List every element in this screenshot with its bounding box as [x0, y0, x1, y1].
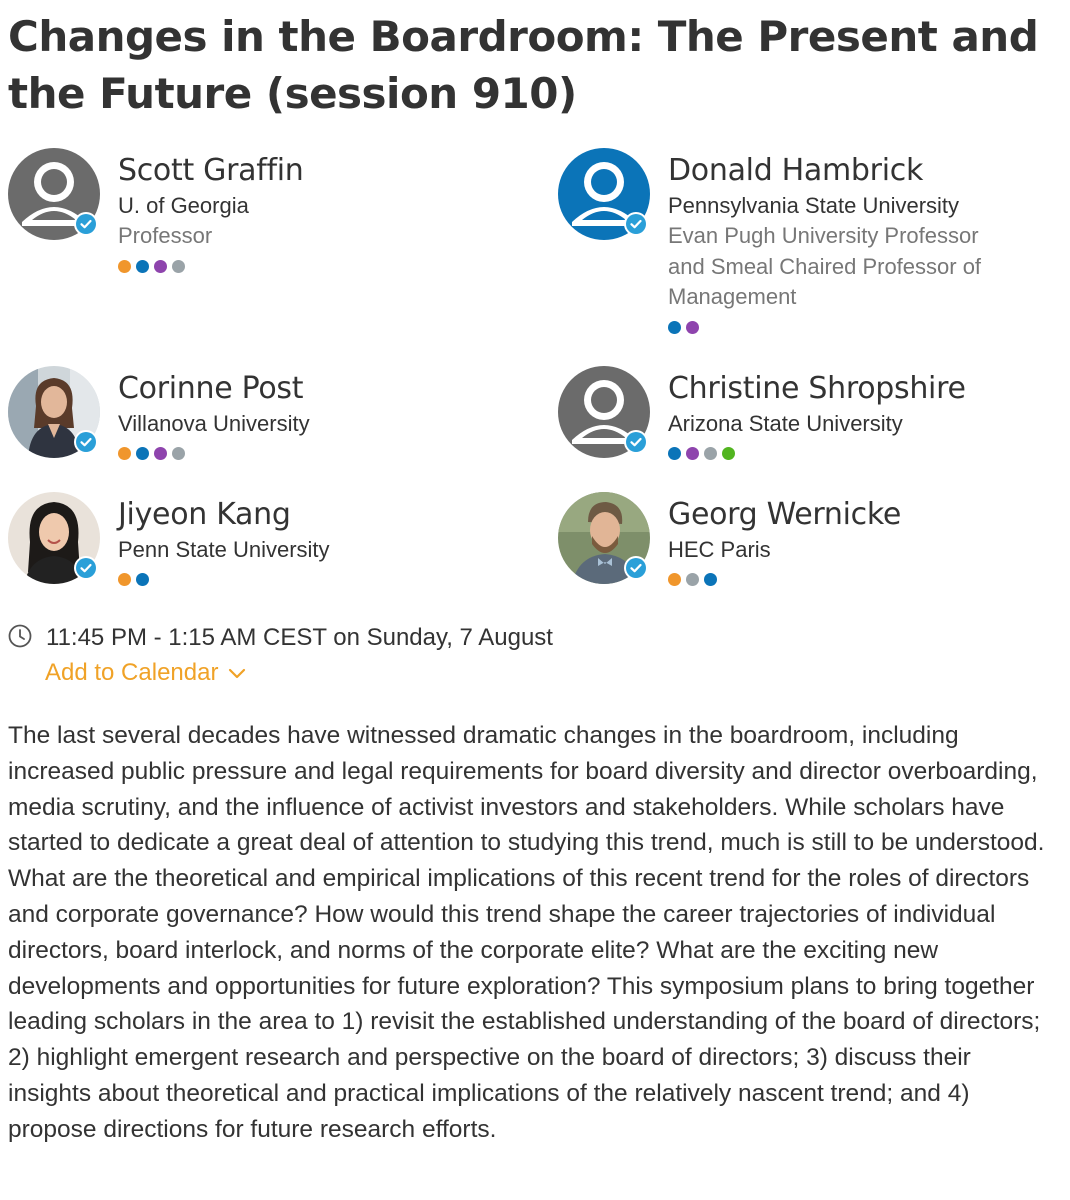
topic-dot [154, 447, 167, 460]
verified-badge-icon [74, 556, 98, 580]
topic-dots [668, 320, 1068, 334]
topic-dot [136, 259, 149, 273]
speaker-affiliation: Pennsylvania State University [668, 193, 960, 218]
verified-badge-icon [624, 556, 648, 580]
topic-dot [172, 259, 185, 273]
session-time: 11:45 PM - 1:15 AM CEST on Sunday, 7 Aug… [8, 622, 553, 654]
topic-dot [154, 259, 167, 273]
speaker-name[interactable]: Jiyeon Kang [118, 495, 518, 535]
topic-dot [668, 320, 681, 334]
speaker-affiliation: U. of Georgia [118, 193, 249, 218]
speaker-role: Professor [118, 223, 213, 248]
verified-badge-icon [74, 212, 98, 236]
verified-badge-icon [74, 430, 98, 454]
topic-dot [136, 573, 149, 586]
topic-dots [118, 259, 518, 273]
speaker-name[interactable]: Scott Graffin [118, 151, 518, 191]
topic-dot [118, 573, 131, 586]
speaker-affiliation: Villanova University [118, 411, 310, 436]
topic-dots [668, 573, 1068, 586]
speaker-name[interactable]: Corinne Post [118, 369, 518, 409]
speaker-affiliation: Arizona State University [668, 411, 903, 436]
verified-badge-icon [624, 212, 648, 236]
add-to-calendar-button[interactable]: Add to Calendar [45, 657, 246, 689]
topic-dot [668, 573, 681, 586]
topic-dot [686, 320, 699, 334]
topic-dot [704, 447, 717, 460]
topic-dot [686, 573, 699, 586]
topic-dots [668, 447, 1068, 460]
verified-badge-icon [624, 430, 648, 454]
topic-dots [118, 573, 518, 586]
topic-dot [118, 259, 131, 273]
add-to-calendar-label[interactable]: Add to Calendar [45, 657, 218, 689]
speaker-name[interactable]: Georg Wernicke [668, 495, 1068, 535]
topic-dot [704, 573, 717, 586]
topic-dot [686, 447, 699, 460]
speaker-affiliation: HEC Paris [668, 537, 771, 562]
speaker-name[interactable]: Christine Shropshire [668, 369, 1068, 409]
speaker-name[interactable]: Donald Hambrick [668, 151, 1068, 191]
topic-dot [118, 447, 131, 460]
clock-icon [8, 624, 32, 653]
speaker-role: Evan Pugh University Professor and Smeal… [668, 223, 982, 309]
page-title: Changes in the Boardroom: The Present an… [8, 12, 1039, 118]
topic-dot [668, 447, 681, 460]
session-description: The last several decades have witnessed … [8, 722, 1045, 1143]
speaker-affiliation: Penn State University [118, 537, 330, 562]
topic-dot [172, 447, 185, 460]
chevron-down-icon[interactable] [218, 657, 246, 689]
topic-dots [118, 447, 518, 460]
topic-dot [722, 447, 735, 460]
session-time-text: 11:45 PM - 1:15 AM CEST on Sunday, 7 Aug… [46, 624, 553, 651]
topic-dot [136, 447, 149, 460]
